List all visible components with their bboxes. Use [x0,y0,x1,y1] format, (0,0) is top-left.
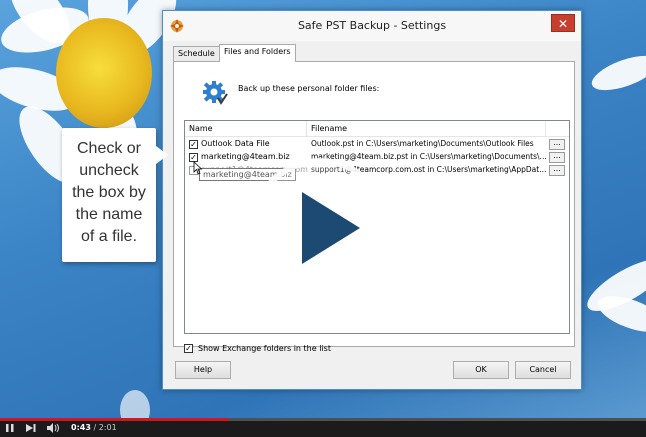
cancel-button[interactable]: Cancel [515,361,571,379]
ok-button[interactable]: OK [453,361,509,379]
exchange-checkbox[interactable]: ✓ [184,344,193,353]
duration: 2:01 [98,423,117,432]
list-item[interactable]: ✓ Outlook Data File Outlook.pst in C:\Us… [185,139,569,151]
time-display: 0:43 / 2:01 [71,423,117,432]
current-time: 0:43 [71,423,91,432]
pause-icon[interactable] [6,424,14,432]
callout-line: of a file. [80,228,138,245]
next-icon[interactable] [26,424,36,432]
time-separator: / [90,423,99,432]
video-controls: 0:43 / 2:01 [0,418,646,437]
mouse-cursor-icon [193,161,203,175]
volume-icon[interactable] [47,423,60,433]
progress-fill [0,418,230,421]
window-title: Safe PST Backup - Settings [297,19,447,32]
file-name: marketing@4team.biz [201,152,290,161]
callout-pointer [156,146,168,164]
intro-label: Back up these personal folder files: [238,84,380,93]
play-overlay-button[interactable] [250,158,390,298]
file-name: Outlook Data File [201,139,270,148]
callout-line: Check or [76,140,142,157]
tab-files-and-folders[interactable]: Files and Folders [219,44,296,62]
file-path: Outlook.pst in C:\Users\marketing\Docume… [311,139,534,148]
progress-bar[interactable] [0,418,646,421]
column-header-name[interactable]: Name [189,124,213,133]
file-checkbox[interactable]: ✓ [189,140,198,149]
column-header-filename[interactable]: Filename [311,124,347,133]
browse-button[interactable]: ... [549,152,565,163]
exchange-label: Show Exchange folders in the list [198,344,331,353]
tab-schedule[interactable]: Schedule [173,46,220,61]
instruction-callout: Check or uncheck the box by the name of … [62,128,156,262]
browse-button[interactable]: ... [549,139,565,150]
file-path: marketing@4team.biz.pst in C:\Users\mark… [311,152,547,161]
close-icon: ✕ [557,17,569,31]
callout-line: the name [75,206,143,223]
help-button[interactable]: Help [175,361,231,379]
close-button[interactable]: ✕ [551,14,575,32]
title-bar: Safe PST Backup - Settings ✕ [163,11,581,41]
browse-button[interactable]: ... [549,165,565,176]
list-header: Name Filename [185,121,569,137]
callout-line: the box by [72,184,146,201]
callout-line: uncheck [79,162,139,179]
list-item[interactable]: ✓ marketing@4team.biz marketing@4team.bi… [185,152,569,164]
play-overlay-icon [302,192,360,264]
gear-icon [203,81,228,105]
